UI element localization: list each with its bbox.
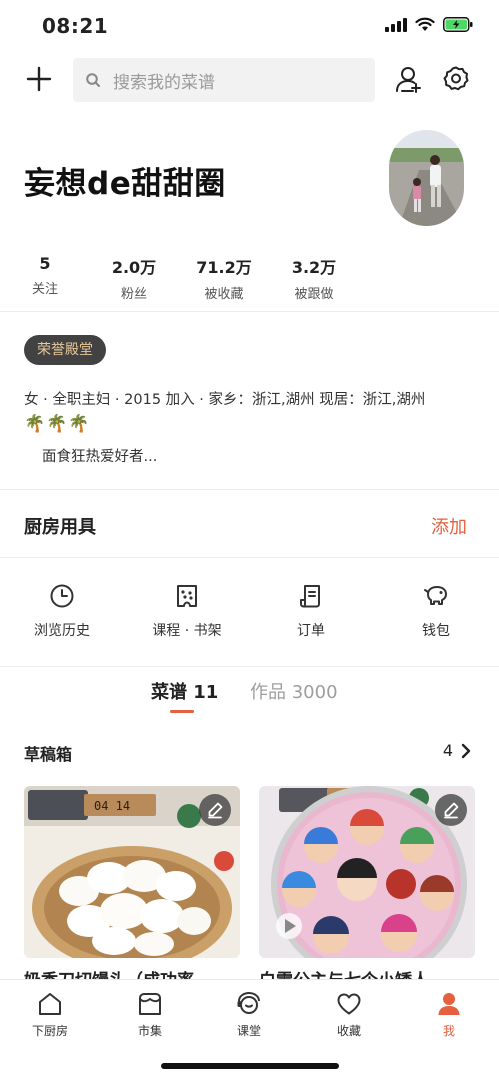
course-icon — [177, 585, 197, 607]
tabbar-label: 下厨房 — [31, 1024, 68, 1038]
stat-followed-cook[interactable]: 3.2万 被跟做 — [274, 254, 354, 302]
tab-active-indicator — [170, 710, 194, 713]
stat-value: 3.2万 — [291, 258, 337, 277]
search-placeholder: 搜索我的菜谱 — [113, 72, 215, 93]
tabbar-item-favorites[interactable]: 收藏 — [309, 990, 389, 1039]
edit-draft-button[interactable] — [435, 794, 467, 826]
edit-icon — [444, 802, 459, 819]
add-recipe-button[interactable] — [24, 64, 54, 94]
piggy-bank-icon — [424, 586, 447, 605]
divider — [0, 311, 499, 312]
tabbar-item-home[interactable]: 下厨房 — [10, 990, 90, 1039]
content-tabs: 菜谱 11 作品 3000 — [0, 678, 499, 714]
drafts-link[interactable]: 4 — [443, 741, 471, 760]
stat-favorited[interactable]: 71.2万 被收藏 — [184, 254, 264, 302]
search-input[interactable]: 搜索我的菜谱 — [73, 58, 375, 102]
status-time: 08:21 — [42, 14, 109, 38]
edit-draft-button[interactable] — [199, 794, 231, 826]
stat-label: 关注 — [31, 282, 58, 297]
divider — [0, 666, 499, 667]
search-icon — [86, 73, 100, 87]
cellular-signal-icon — [385, 17, 407, 32]
palm-emoji-row: 🌴🌴🌴 — [24, 414, 91, 434]
stat-label: 被跟做 — [294, 287, 334, 302]
tabbar-item-classroom[interactable]: 课堂 — [209, 990, 289, 1039]
tabbar-label: 课堂 — [236, 1024, 261, 1038]
avatar[interactable] — [389, 130, 464, 226]
shortcut-history[interactable]: 浏览历史 — [12, 582, 112, 640]
draft-card-title[interactable]: 白雪公主与七个小矮人 — [259, 966, 475, 980]
kitchen-add-link[interactable]: 添加 — [431, 513, 467, 539]
profile-stats: 5 关注 2.0万 粉丝 71.2万 被收藏 3.2万 被跟做 — [0, 254, 360, 302]
heart-icon — [337, 993, 361, 1015]
stat-value: 2.0万 — [111, 258, 157, 277]
add-friend-button[interactable] — [393, 64, 423, 94]
tabbar-item-market[interactable]: 市集 — [110, 990, 190, 1039]
top-bar: 搜索我的菜谱 — [0, 56, 499, 104]
divider — [0, 489, 499, 490]
shortcut-wallet[interactable]: 钱包 — [386, 582, 486, 640]
tabbar-item-me[interactable]: 我 — [409, 990, 489, 1039]
tabbar-label: 市集 — [137, 1024, 162, 1038]
shortcut-label: 课程 · 书架 — [152, 623, 222, 639]
tabbar-label: 收藏 — [336, 1024, 361, 1038]
drafts-title: 草稿箱 — [24, 745, 73, 764]
plus-icon — [26, 66, 52, 92]
home-icon — [39, 993, 61, 1015]
chevron-right-icon — [461, 743, 471, 758]
profile-bio: 面食狂热爱好者... — [42, 449, 158, 465]
drafts-count: 4 — [442, 741, 453, 760]
battery-charging-icon — [443, 17, 473, 32]
person-icon — [438, 993, 460, 1015]
user-add-icon — [396, 67, 421, 93]
stat-label: 被收藏 — [204, 287, 244, 302]
stat-following[interactable]: 5 关注 — [5, 254, 85, 297]
settings-button[interactable] — [441, 64, 471, 94]
honor-badge[interactable]: 荣誉殿堂 — [24, 335, 106, 365]
shortcut-courses[interactable]: 课程 · 书架 — [137, 582, 237, 640]
home-indicator[interactable] — [161, 1063, 339, 1069]
tabbar-label: 我 — [442, 1024, 455, 1038]
edit-icon — [208, 802, 223, 819]
status-icons — [385, 17, 473, 32]
shortcut-label: 订单 — [297, 623, 325, 639]
wifi-icon — [415, 17, 435, 31]
tab-recipes[interactable]: 菜谱 11 — [151, 678, 218, 704]
tab-works[interactable]: 作品 3000 — [250, 678, 338, 704]
stat-value: 5 — [39, 254, 51, 273]
kitchen-tools-title: 厨房用具 — [24, 517, 96, 538]
shortcut-label: 钱包 — [422, 623, 450, 639]
divider — [0, 557, 499, 558]
draft-card-title[interactable]: 奶香刀切馒头（成功率 — [24, 966, 240, 980]
receipt-icon — [300, 585, 320, 608]
stat-label: 粉丝 — [120, 287, 147, 302]
svg-text:04 14: 04 14 — [94, 799, 130, 813]
shortcut-label: 浏览历史 — [34, 623, 90, 639]
shop-icon — [139, 993, 161, 1015]
status-bar: 08:21 — [0, 0, 499, 54]
profile-name: 妄想de甜甜圈 — [24, 166, 226, 202]
shortcut-orders[interactable]: 订单 — [261, 582, 361, 640]
stat-value: 71.2万 — [196, 258, 252, 277]
stat-fans[interactable]: 2.0万 粉丝 — [94, 254, 174, 302]
profile-info: 女 · 全职主妇 · 2015 加入 · 家乡：浙江,湖州 现居：浙江,湖州 — [24, 392, 426, 408]
clock-icon — [50, 584, 74, 608]
gear-icon — [443, 66, 469, 91]
classroom-icon — [237, 991, 260, 1014]
